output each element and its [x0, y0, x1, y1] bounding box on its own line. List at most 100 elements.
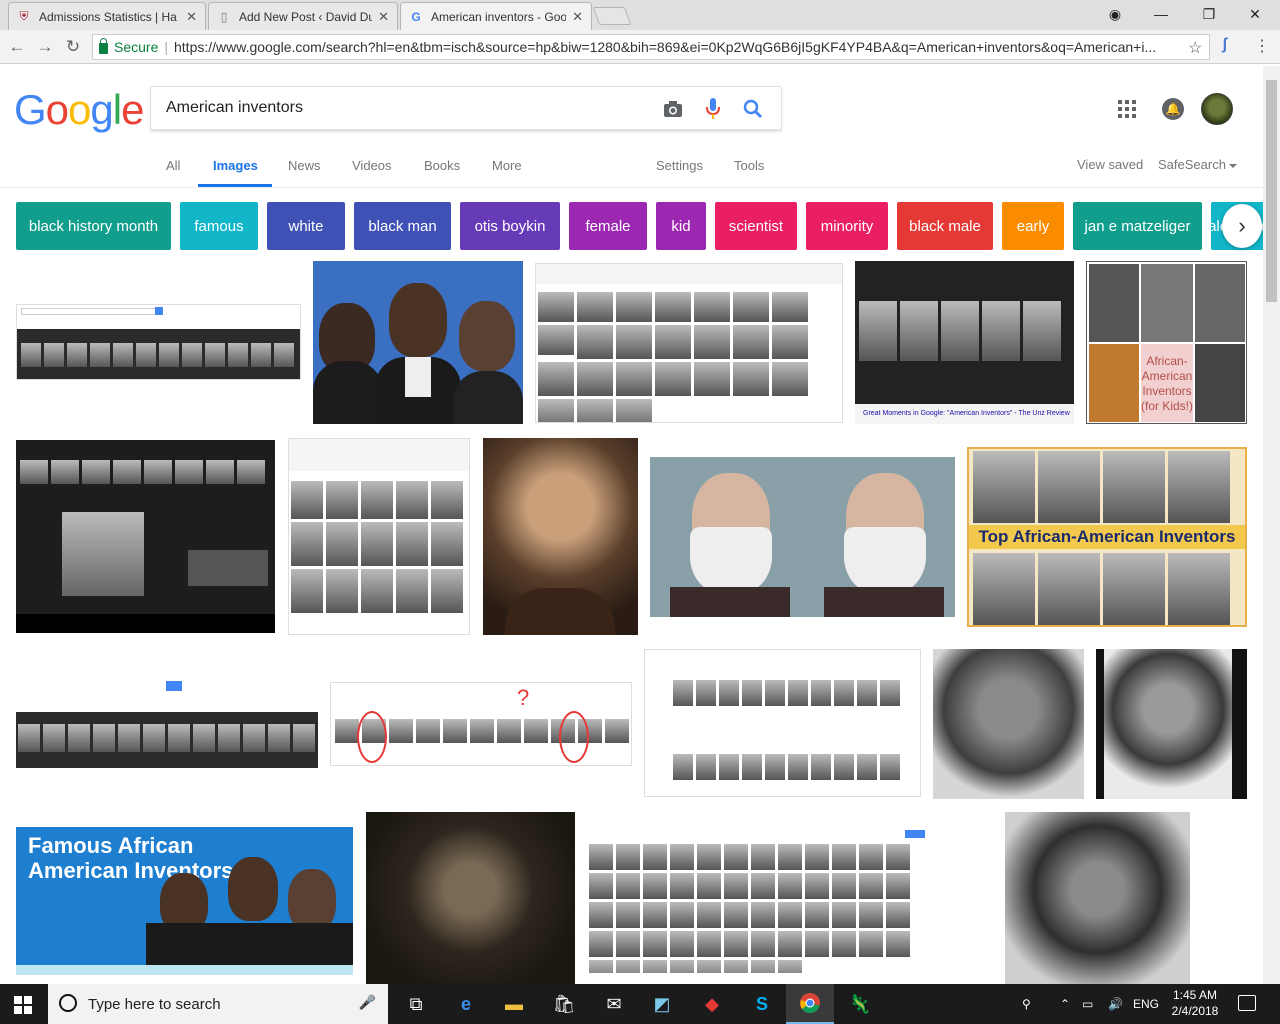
microphone-icon[interactable]: 🎤: [359, 994, 376, 1011]
image-result[interactable]: [650, 457, 955, 617]
related-chip[interactable]: jan e matzeliger: [1073, 202, 1202, 250]
new-tab-button[interactable]: [592, 7, 632, 25]
image-result[interactable]: [313, 261, 523, 424]
scrollbar-thumb[interactable]: [1266, 80, 1277, 302]
language-indicator[interactable]: ENG: [1133, 984, 1159, 1024]
image-result[interactable]: [288, 438, 470, 635]
close-window-button[interactable]: ✕: [1232, 0, 1278, 28]
windows-start-icon[interactable]: [14, 996, 32, 1014]
search-input[interactable]: American inventors: [166, 99, 303, 117]
browser-menu-icon[interactable]: ⋮: [1254, 36, 1270, 56]
close-tab-icon[interactable]: ✕: [378, 9, 389, 25]
image-result[interactable]: [16, 440, 275, 633]
related-chip[interactable]: black male: [897, 202, 993, 250]
profile-icon[interactable]: ◉: [1092, 0, 1138, 28]
task-view-icon[interactable]: ⧉: [392, 984, 440, 1024]
close-tab-icon[interactable]: ✕: [572, 9, 583, 25]
tab-news[interactable]: News: [288, 158, 321, 173]
image-result[interactable]: [535, 263, 843, 423]
search-icon[interactable]: [741, 97, 765, 121]
related-chip[interactable]: black history month: [16, 202, 171, 250]
chevron-up-icon[interactable]: ⌃: [1060, 984, 1070, 1024]
search-tabs: All Images News Videos Books More Settin…: [0, 150, 1280, 188]
image-result[interactable]: Great Moments in Google: "American Inven…: [855, 261, 1074, 424]
related-chip[interactable]: otis boykin: [460, 202, 560, 250]
minimize-button[interactable]: —: [1138, 0, 1184, 28]
image-overlay-text: African-American Inventors (for Kids!): [1141, 344, 1193, 422]
image-result[interactable]: ?: [330, 682, 632, 766]
search-box[interactable]: American inventors: [150, 86, 782, 130]
mail-icon[interactable]: ✉: [590, 984, 638, 1024]
related-chip[interactable]: early: [1002, 202, 1064, 250]
google-apps-icon[interactable]: [1118, 100, 1136, 118]
settings-link[interactable]: Settings: [656, 158, 703, 173]
forward-arrow-icon[interactable]: →: [34, 36, 56, 58]
back-arrow-icon[interactable]: ←: [6, 36, 28, 58]
browser-tab-google[interactable]: G American inventors - Goo ✕: [400, 2, 592, 30]
microphone-icon[interactable]: [701, 97, 725, 121]
related-chip[interactable]: minority: [806, 202, 888, 250]
image-result[interactable]: [587, 828, 936, 973]
system-clock[interactable]: 1:45 AM 2/4/2018: [1168, 987, 1222, 1019]
secure-label: Secure: [114, 39, 159, 55]
browser-tab-add-post[interactable]: ▯ Add New Post ‹ David Du ✕: [208, 2, 398, 30]
image-result[interactable]: African-American Inventors (for Kids!): [1086, 261, 1247, 424]
secure-indicator[interactable]: Secure: [99, 37, 159, 55]
image-result[interactable]: [933, 649, 1084, 799]
image-result[interactable]: [16, 680, 318, 768]
tab-images[interactable]: Images: [213, 158, 258, 173]
store-icon[interactable]: 🛍: [540, 984, 588, 1024]
related-chip[interactable]: kid: [656, 202, 706, 250]
tab-books[interactable]: Books: [424, 158, 460, 173]
image-result[interactable]: Famous African American Inventors: [16, 827, 353, 975]
app-icon[interactable]: ◆: [688, 984, 736, 1024]
tab-more[interactable]: More: [492, 158, 522, 173]
bookmark-star-icon[interactable]: ☆: [1188, 38, 1202, 58]
logo-letter: o: [45, 86, 69, 133]
reload-icon[interactable]: ↻: [62, 36, 84, 58]
safesearch-label: SafeSearch: [1158, 157, 1226, 172]
extension-icon[interactable]: ʃ: [1222, 36, 1227, 54]
action-center-icon[interactable]: [1238, 995, 1256, 1011]
restore-button[interactable]: ❐: [1186, 0, 1232, 28]
tab-videos[interactable]: Videos: [352, 158, 392, 173]
image-result[interactable]: [366, 812, 575, 984]
tab-all[interactable]: All: [166, 158, 180, 173]
image-result[interactable]: [1005, 812, 1190, 984]
tab-title: Admissions Statistics | Ha: [39, 9, 177, 24]
browser-tab-admissions[interactable]: ⛨ Admissions Statistics | Ha ✕: [8, 2, 206, 30]
photos-app-icon[interactable]: ◩: [638, 984, 686, 1024]
volume-icon[interactable]: 🔊: [1108, 984, 1123, 1024]
related-chip[interactable]: scientist: [715, 202, 797, 250]
view-saved-link[interactable]: View saved: [1077, 157, 1143, 172]
related-chip[interactable]: famous: [180, 202, 258, 250]
account-avatar[interactable]: [1201, 93, 1233, 125]
app-icon[interactable]: 🦎: [836, 984, 884, 1024]
image-result[interactable]: [1096, 649, 1247, 799]
edge-browser-icon[interactable]: e: [442, 984, 490, 1024]
skype-icon[interactable]: S: [738, 984, 786, 1024]
related-chip[interactable]: black man: [354, 202, 451, 250]
notifications-bell-icon[interactable]: 🔔: [1162, 98, 1184, 120]
related-chip[interactable]: white: [267, 202, 345, 250]
address-bar[interactable]: Secure | https://www.google.com/search?h…: [92, 34, 1210, 60]
chrome-icon[interactable]: [786, 984, 834, 1024]
image-caption: Great Moments in Google: "American Inven…: [855, 404, 1074, 424]
google-logo[interactable]: Google: [14, 86, 144, 134]
network-icon[interactable]: ▭: [1082, 984, 1093, 1024]
image-result[interactable]: [16, 304, 301, 380]
tools-link[interactable]: Tools: [734, 158, 764, 173]
image-result[interactable]: [644, 649, 921, 797]
image-result[interactable]: [483, 438, 638, 635]
file-explorer-icon[interactable]: ▬: [490, 984, 538, 1024]
chevron-down-icon: [1228, 163, 1237, 168]
chevron-right-icon[interactable]: ›: [1222, 204, 1262, 248]
camera-icon[interactable]: [661, 97, 685, 121]
people-icon[interactable]: ⚲: [1022, 984, 1031, 1024]
safesearch-menu[interactable]: SafeSearch: [1158, 157, 1237, 172]
image-result[interactable]: Top African-American Inventors: [967, 447, 1247, 627]
close-tab-icon[interactable]: ✕: [186, 9, 197, 25]
related-chip[interactable]: female: [569, 202, 647, 250]
logo-letter: G: [14, 86, 47, 133]
taskbar-search-box[interactable]: Type here to search 🎤: [48, 984, 388, 1024]
